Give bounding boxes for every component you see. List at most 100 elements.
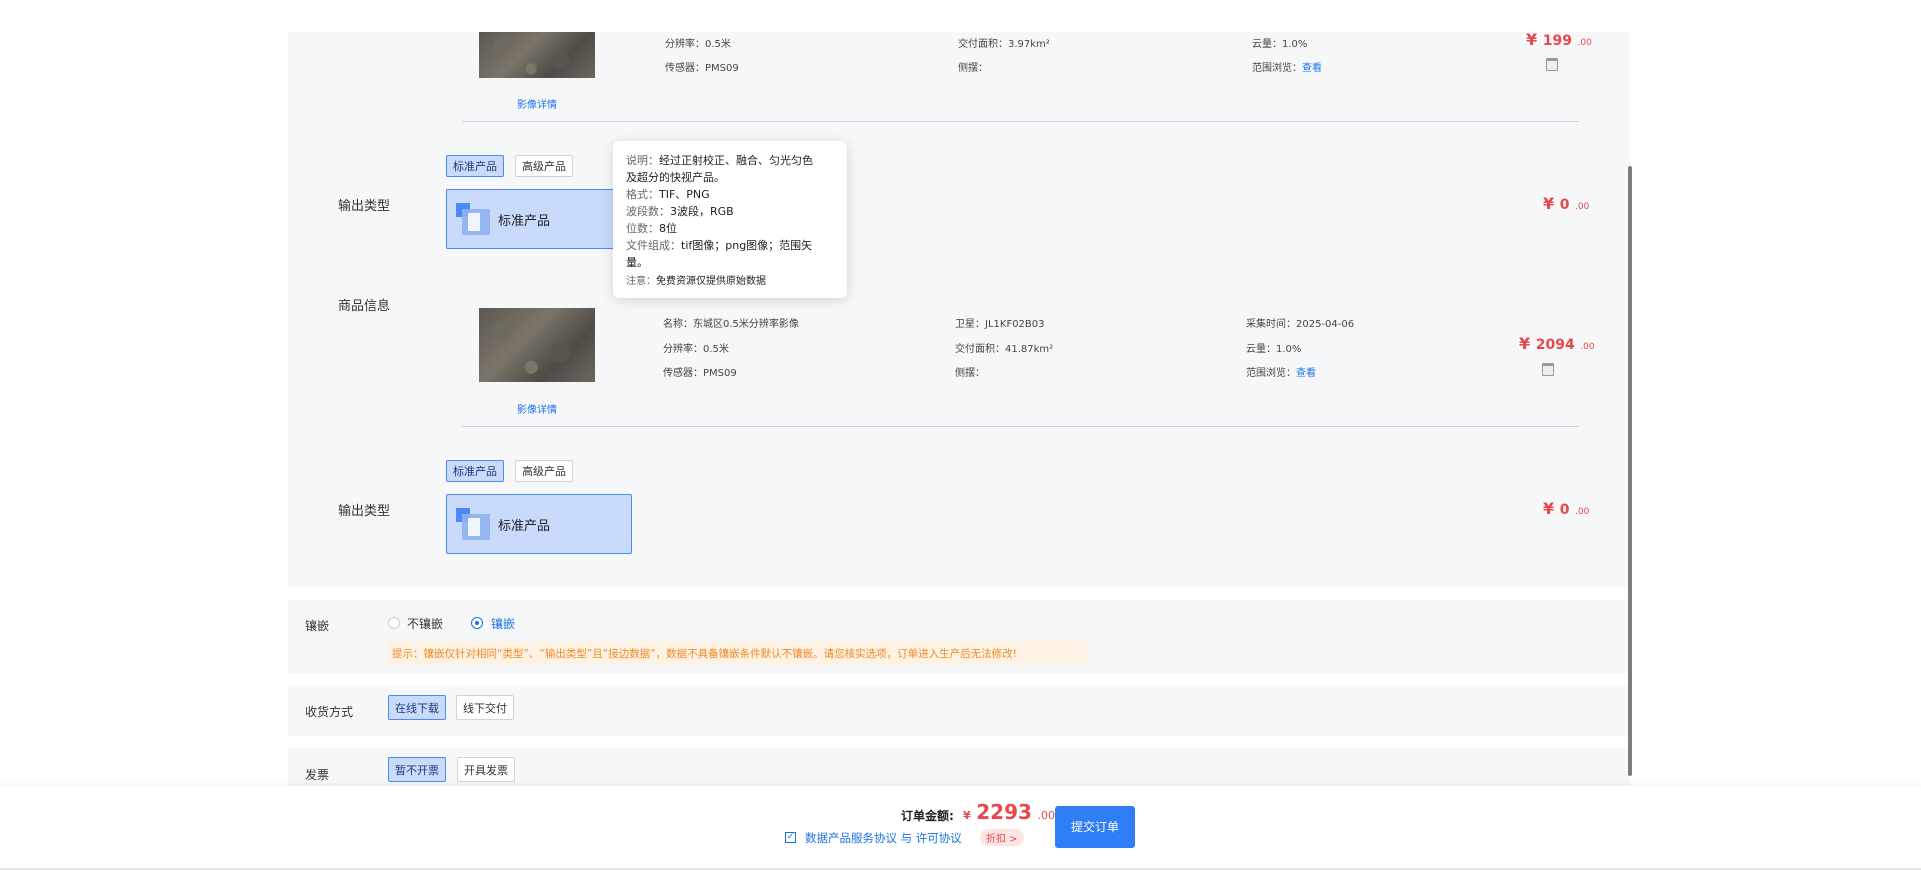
tab-standard-product-1[interactable]: 标准产品 — [446, 155, 504, 177]
tooltip-desc-line2: 及超分的快视产品。 — [626, 171, 725, 184]
discount-badge[interactable]: 折扣 > — [980, 829, 1024, 846]
product-card-standard-1[interactable]: 标准产品 — [446, 189, 632, 249]
product-card-label-1: 标准产品 — [498, 214, 551, 229]
item2-sensor-label: 传感器： — [663, 368, 703, 379]
tooltip-desc-key: 说明： — [626, 154, 659, 167]
item1-cloud: 云量：1.0% — [1252, 35, 1307, 50]
item2-sensor: 传感器：PMS09 — [663, 364, 737, 379]
tab-advanced-product-1[interactable]: 高级产品 — [515, 155, 573, 177]
tooltip-files-line2: 量。 — [626, 256, 648, 269]
item2-time-label: 采集时间： — [1246, 319, 1296, 330]
item2-area-value: 41.87km² — [1005, 344, 1054, 355]
output1-price-dec: .00 — [1575, 202, 1590, 212]
item1-area-label: 交付面积： — [958, 39, 1008, 50]
tooltip-format-key: 格式： — [626, 188, 659, 201]
product-icon — [456, 203, 490, 235]
item2-area: 交付面积：41.87km² — [955, 340, 1053, 355]
item2-range: 范围浏览：查看 — [1246, 364, 1316, 379]
item1-cloud-value: 1.0% — [1282, 39, 1308, 50]
item1-range-view-link[interactable]: 查看 — [1302, 63, 1322, 74]
image-detail-link-2[interactable]: 影像详情 — [517, 401, 557, 416]
submit-order-button[interactable]: 提交订单 — [1055, 806, 1135, 848]
item1-price-symbol: ¥ — [1526, 30, 1538, 49]
scrollbar-thumb[interactable] — [1628, 166, 1632, 776]
order-total-amount: ¥ 2293 .00 — [963, 800, 1055, 824]
tooltip-bands: 3波段，RGB — [670, 205, 734, 218]
mosaic-radio-no[interactable] — [388, 617, 400, 629]
divider — [462, 121, 1579, 122]
mosaic-option-no[interactable]: 不镶嵌 — [407, 615, 443, 632]
output-type-label-1: 输出类型 — [338, 199, 391, 214]
product-tooltip: 说明：经过正射校正、融合、匀光匀色 及超分的快视产品。 格式：TIF、PNG 波… — [613, 141, 847, 298]
order-total-dec: .00 — [1037, 809, 1055, 822]
footer-bar — [0, 786, 1921, 870]
item1-resolution-value: 0.5米 — [705, 39, 731, 50]
product-icon — [456, 508, 490, 540]
order-total-int: 2293 — [976, 800, 1032, 824]
item1-resolution: 分辨率：0.5米 — [665, 35, 731, 50]
tooltip-desc-line1: 经过正射校正、融合、匀光匀色 — [659, 154, 813, 167]
product-card-standard-2[interactable]: 标准产品 — [446, 494, 632, 554]
item1-sensor-label: 传感器： — [665, 63, 705, 74]
item2-name: 名称：东城区0.5米分辨率影像 — [663, 315, 799, 330]
item2-price: ¥ 2094 .00 — [1519, 334, 1595, 353]
item2-time-value: 2025-04-06 — [1296, 319, 1355, 330]
order-total-currency: ¥ — [963, 809, 971, 822]
image-detail-link-1[interactable]: 影像详情 — [517, 96, 557, 111]
item2-name-label: 名称： — [663, 319, 693, 330]
product-card-label-2: 标准产品 — [498, 519, 551, 534]
image-thumbnail-1[interactable] — [479, 32, 595, 78]
item2-cloud-value: 1.0% — [1276, 344, 1302, 355]
tooltip-bits: 8位 — [659, 222, 677, 235]
calendar-icon[interactable] — [1542, 363, 1554, 376]
calendar-icon[interactable] — [1546, 58, 1558, 71]
agreement-link[interactable]: 数据产品服务协议 与 许可协议 — [805, 830, 962, 846]
item1-side: 侧摆： — [958, 63, 988, 74]
output-type-label-2: 输出类型 — [338, 504, 391, 519]
mosaic-hint-text: 提示：镶嵌仅针对相同“类型”、“输出类型”且“接边数据”，数据不具备镶嵌条件默认… — [392, 648, 1017, 660]
agreement-checkbox[interactable]: ✓ — [785, 832, 796, 843]
item2-cloud-label: 云量： — [1246, 344, 1276, 355]
item2-resolution-value: 0.5米 — [703, 344, 729, 355]
goods-info-label: 商品信息 — [338, 299, 391, 314]
tooltip-bits-key: 位数： — [626, 222, 659, 235]
mosaic-hint: 提示：镶嵌仅针对相同“类型”、“输出类型”且“接边数据”，数据不具备镶嵌条件默认… — [387, 641, 1087, 665]
item2-resolution-label: 分辨率： — [663, 344, 703, 355]
item1-price-dec: .00 — [1577, 38, 1592, 48]
tooltip-format: TIF、PNG — [659, 188, 710, 201]
image-thumbnail-2[interactable] — [479, 308, 595, 382]
item1-area-value: 3.97km² — [1008, 39, 1050, 50]
tab-standard-product-2[interactable]: 标准产品 — [446, 460, 504, 482]
invoice-issue-button[interactable]: 开具发票 — [457, 757, 515, 782]
mosaic-option-yes[interactable]: 镶嵌 — [491, 615, 515, 632]
delivery-online-button[interactable]: 在线下载 — [388, 695, 446, 720]
item2-satellite-value: JL1KF02B03 — [985, 319, 1045, 330]
item1-resolution-label: 分辨率： — [665, 39, 705, 50]
item2-time: 采集时间：2025-04-06 — [1246, 315, 1354, 330]
delivery-offline-button[interactable]: 线下交付 — [456, 695, 514, 720]
tab-advanced-product-2[interactable]: 高级产品 — [515, 460, 573, 482]
item1-area: 交付面积：3.97km² — [958, 35, 1050, 50]
item2-price-symbol: ¥ — [1519, 334, 1531, 353]
tooltip-files-line1: tif图像；png图像；范围矢 — [681, 239, 813, 252]
delivery-label: 收货方式 — [305, 705, 354, 719]
tooltip-files-key: 文件组成： — [626, 239, 681, 252]
item2-price-dec: .00 — [1580, 342, 1595, 352]
output1-price-symbol: ¥ — [1543, 194, 1555, 213]
divider — [462, 426, 1579, 427]
invoice-none-button[interactable]: 暂不开票 — [388, 757, 446, 782]
order-total-label: 订单金额: — [901, 809, 954, 823]
mosaic-label: 镶嵌 — [305, 619, 330, 633]
item2-range-label: 范围浏览： — [1246, 368, 1296, 379]
tooltip-note-key: 注意： — [626, 276, 656, 287]
output2-price: ¥ 0 .00 — [1543, 499, 1589, 518]
output2-price-dec: .00 — [1575, 507, 1590, 517]
item2-range-view-link[interactable]: 查看 — [1296, 368, 1316, 379]
mosaic-radio-yes[interactable] — [471, 617, 483, 629]
item2-resolution: 分辨率：0.5米 — [663, 340, 729, 355]
item1-range-label: 范围浏览： — [1252, 63, 1302, 74]
item1-sensor-value: PMS09 — [705, 63, 739, 74]
output1-price: ¥ 0 .00 — [1543, 194, 1589, 213]
output2-price-int: 0 — [1559, 502, 1570, 518]
item2-side: 侧摆： — [955, 368, 985, 379]
